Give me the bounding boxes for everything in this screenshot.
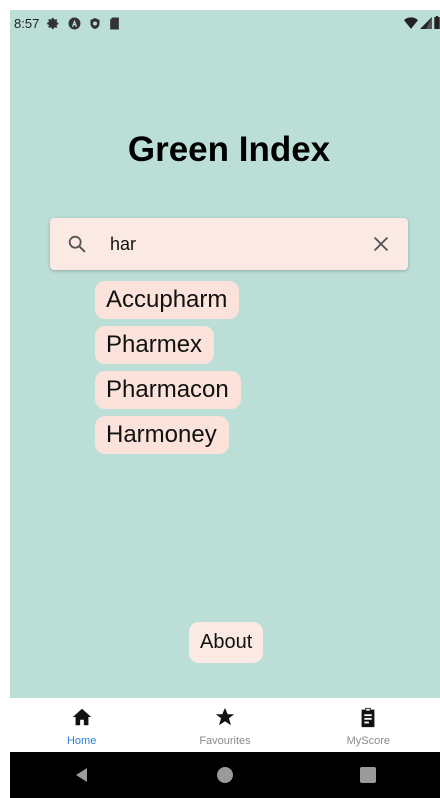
home-icon <box>72 708 91 726</box>
star-icon <box>215 707 235 726</box>
settings-icon <box>47 17 60 30</box>
home-circle-icon[interactable] <box>215 765 235 785</box>
wifi-icon <box>404 16 418 32</box>
search-results-list: Accupharm Pharmex Pharmacon Harmoney <box>95 281 241 461</box>
result-item-pharmex[interactable]: Pharmex <box>95 326 215 364</box>
page-title: Green Index <box>127 130 331 169</box>
nav-item-myscore[interactable]: MyScore <box>297 698 440 752</box>
app-screen: 8:57 Green Index har Accupharm Pharmex P… <box>10 10 440 798</box>
sd-card-icon <box>109 17 120 30</box>
bottom-nav: Home Favourites MyScore <box>10 698 440 752</box>
status-right <box>404 16 440 32</box>
battery-icon <box>434 16 440 32</box>
recents-icon[interactable] <box>358 765 378 785</box>
result-item-pharmacon[interactable]: Pharmacon <box>95 371 241 409</box>
search-input[interactable] <box>110 228 350 260</box>
shield-icon <box>89 17 101 30</box>
result-item-accupharm[interactable]: Accupharm <box>95 281 240 319</box>
search-bar[interactable] <box>50 218 408 270</box>
clipboard-icon <box>361 707 375 728</box>
nav-label-home: Home <box>66 735 97 747</box>
nav-item-home[interactable]: Home <box>10 698 153 752</box>
close-icon[interactable] <box>370 233 392 255</box>
about-button[interactable]: About <box>189 622 264 663</box>
search-icon <box>68 235 86 253</box>
a-badge-icon <box>68 17 81 30</box>
nav-label-favourites: Favourites <box>199 735 251 747</box>
signal-icon <box>420 16 432 32</box>
result-item-harmoney[interactable]: Harmoney <box>95 416 229 454</box>
status-time: 8:57 <box>14 15 40 31</box>
nav-label-myscore: MyScore <box>346 735 391 747</box>
system-navigation-bar <box>10 752 440 798</box>
status-bar: 8:57 <box>10 10 440 36</box>
back-icon[interactable] <box>72 765 92 785</box>
nav-item-favourites[interactable]: Favourites <box>153 698 296 752</box>
